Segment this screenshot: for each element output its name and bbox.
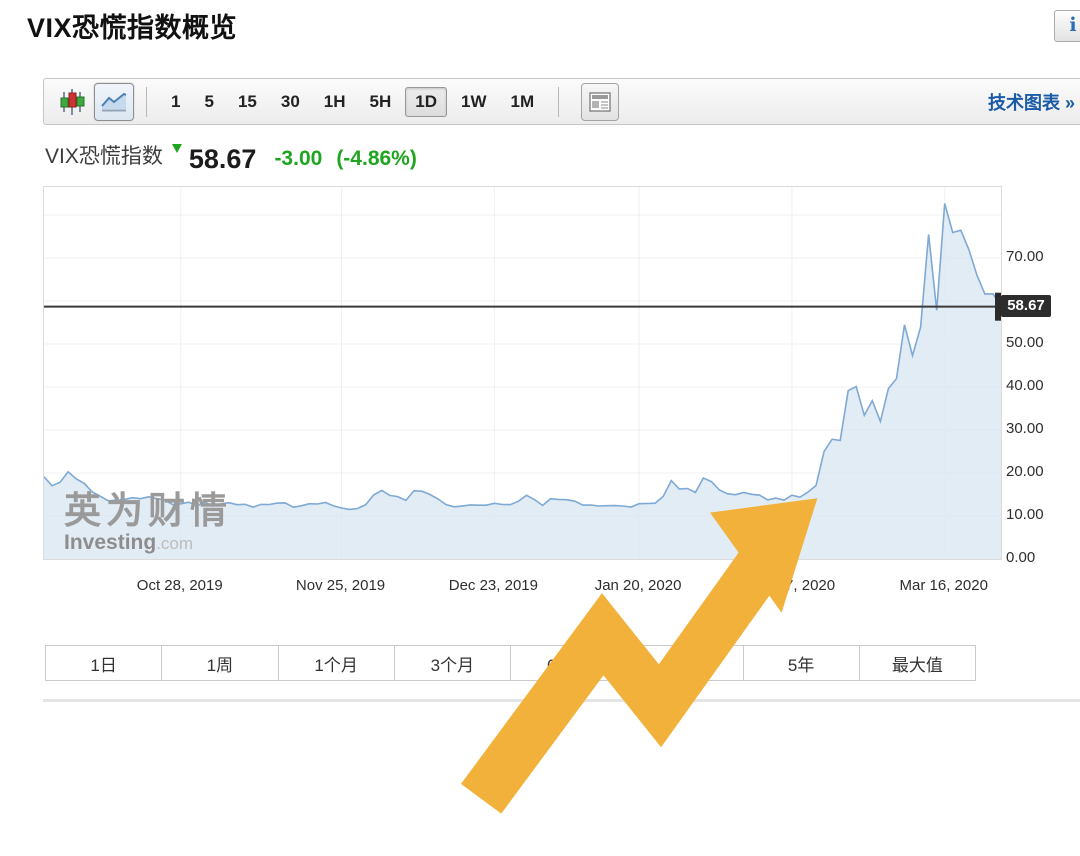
- range-button-1年[interactable]: 1年: [626, 645, 743, 681]
- tech-chart-link[interactable]: 技术图表 »: [988, 89, 1075, 115]
- x-axis-label: Oct 28, 2019: [137, 577, 223, 594]
- x-axis-label: Feb 17, 2020: [747, 577, 835, 594]
- interval-button-1d[interactable]: 1D: [405, 87, 447, 117]
- price-change: -3.00: [274, 147, 322, 173]
- info-button[interactable]: i: [1054, 10, 1080, 42]
- range-button-1日[interactable]: 1日: [45, 645, 162, 681]
- candlestick-chart-button[interactable]: [56, 85, 88, 119]
- price-change-percent: (-4.86%): [336, 147, 417, 173]
- interval-button-1h[interactable]: 1H: [314, 87, 356, 117]
- interval-button-15[interactable]: 15: [228, 87, 267, 117]
- interval-button-30[interactable]: 30: [271, 87, 310, 117]
- x-axis-label: Nov 25, 2019: [296, 577, 385, 594]
- x-axis-label: Jan 20, 2020: [595, 577, 682, 594]
- chart-grid-and-area: [44, 187, 1001, 559]
- range-button-5年[interactable]: 5年: [743, 645, 860, 681]
- news-button[interactable]: [581, 83, 619, 121]
- info-icon: i: [1069, 14, 1076, 36]
- x-axis-label: Mar 16, 2020: [900, 577, 988, 594]
- range-button-6个月[interactable]: 6个月: [510, 645, 627, 681]
- interval-button-5[interactable]: 5: [194, 87, 223, 117]
- interval-button-1[interactable]: 1: [161, 87, 190, 117]
- quote-name: VIX恐慌指数: [45, 140, 163, 173]
- interval-button-1w[interactable]: 1W: [451, 87, 497, 117]
- bottom-divider: [43, 699, 1080, 702]
- range-button-1个月[interactable]: 1个月: [278, 645, 395, 681]
- last-price: 58.67: [189, 146, 257, 173]
- range-button-1周[interactable]: 1周: [161, 645, 278, 681]
- news-icon: [589, 92, 611, 112]
- y-axis-label: 20.00: [1006, 463, 1066, 480]
- interval-buttons: 1515301H5H1D1W1M: [159, 87, 546, 117]
- y-axis-label: 10.00: [1006, 506, 1066, 523]
- last-price-badge: 58.67: [1001, 295, 1051, 317]
- y-axis-label: 40.00: [1006, 377, 1066, 394]
- chart-toolbar: 1515301H5H1D1W1M 技术图表 »: [43, 78, 1080, 125]
- quote-row: VIX恐慌指数 58.67 -3.00 (-4.86%): [45, 140, 417, 173]
- line-chart-button[interactable]: [94, 83, 134, 121]
- chart-plot[interactable]: 英为财情 Investing.com: [43, 186, 1002, 560]
- x-axis-label: Dec 23, 2019: [449, 577, 538, 594]
- price-down-arrow-icon: [171, 141, 183, 159]
- line-chart-icon: [100, 90, 128, 114]
- interval-button-1m[interactable]: 1M: [500, 87, 544, 117]
- toolbar-separator: [558, 87, 559, 117]
- range-button-最大值[interactable]: 最大值: [859, 645, 976, 681]
- toolbar-separator: [146, 87, 147, 117]
- range-buttons-row: 1日1周1个月3个月6个月1年5年最大值: [45, 645, 976, 681]
- range-button-3个月[interactable]: 3个月: [394, 645, 511, 681]
- y-axis-label: 0.00: [1006, 549, 1066, 566]
- interval-button-5h[interactable]: 5H: [360, 87, 402, 117]
- y-axis-label: 30.00: [1006, 420, 1066, 437]
- y-axis-label: 50.00: [1006, 334, 1066, 351]
- area-series-fill: [44, 203, 1001, 559]
- page-title: VIX恐慌指数概览: [27, 6, 237, 45]
- candlestick-icon: [59, 88, 85, 116]
- y-axis-label: 70.00: [1006, 248, 1066, 265]
